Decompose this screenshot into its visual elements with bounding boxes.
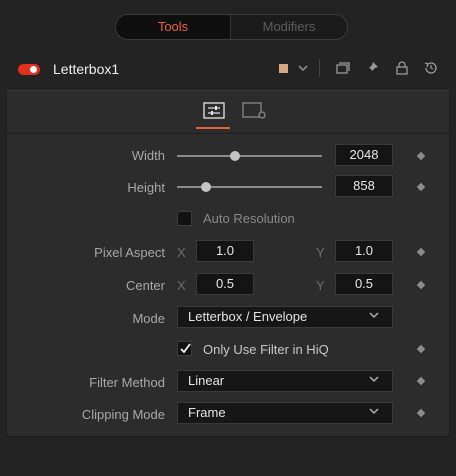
auto-resolution-label: Auto Resolution bbox=[203, 211, 295, 226]
versions-icon[interactable] bbox=[335, 60, 351, 76]
center-x-label: X bbox=[177, 278, 186, 293]
tab-tools[interactable]: Tools bbox=[116, 15, 231, 39]
tools-modifiers-tabbar: Tools Modifiers bbox=[115, 14, 348, 40]
hiq-checkbox[interactable] bbox=[177, 341, 192, 356]
pixel-aspect-x-field[interactable]: 1.0 bbox=[196, 240, 254, 262]
width-slider-track[interactable] bbox=[177, 155, 322, 157]
pixel-aspect-x-label: X bbox=[177, 245, 186, 260]
pixel-aspect-y-field[interactable]: 1.0 bbox=[335, 240, 393, 262]
mode-dropdown[interactable]: Letterbox / Envelope bbox=[177, 306, 393, 328]
active-subtab-indicator bbox=[196, 127, 230, 129]
reset-icon[interactable] bbox=[423, 60, 439, 76]
header-divider bbox=[319, 59, 320, 77]
mode-label: Mode bbox=[132, 311, 165, 326]
center-y-label: Y bbox=[316, 278, 325, 293]
settings-tab-icon[interactable] bbox=[242, 102, 268, 120]
filter-method-dropdown[interactable]: Linear bbox=[177, 370, 393, 392]
center-x-field[interactable]: 0.5 bbox=[196, 273, 254, 295]
height-slider-track[interactable] bbox=[177, 186, 322, 188]
auto-resolution-checkbox[interactable] bbox=[177, 211, 192, 226]
mode-value: Letterbox / Envelope bbox=[188, 309, 308, 324]
hiq-label: Only Use Filter in HiQ bbox=[203, 342, 329, 357]
tool-color-swatch[interactable] bbox=[279, 64, 288, 73]
chevron-down-icon bbox=[369, 312, 379, 318]
tool-enable-toggle[interactable] bbox=[18, 64, 40, 75]
pin-icon[interactable] bbox=[364, 60, 380, 76]
pixel-aspect-y-label: Y bbox=[316, 245, 325, 260]
controls-tab-icon[interactable] bbox=[203, 102, 225, 119]
width-slider-handle[interactable] bbox=[230, 151, 240, 161]
clipping-mode-value: Frame bbox=[188, 405, 226, 420]
center-y-field[interactable]: 0.5 bbox=[335, 273, 393, 295]
center-label: Center bbox=[125, 278, 165, 293]
tool-name: Letterbox1 bbox=[53, 61, 120, 77]
lock-icon[interactable] bbox=[394, 60, 410, 76]
tool-header: Letterbox1 bbox=[12, 56, 444, 82]
checkmark-icon bbox=[180, 343, 191, 354]
clipping-mode-dropdown[interactable]: Frame bbox=[177, 402, 393, 424]
height-field[interactable]: 858 bbox=[335, 175, 393, 197]
height-slider-handle[interactable] bbox=[201, 182, 211, 192]
height-label: Height bbox=[127, 180, 165, 195]
filter-method-label: Filter Method bbox=[89, 375, 165, 390]
tab-modifiers[interactable]: Modifiers bbox=[231, 15, 347, 39]
width-field[interactable]: 2048 bbox=[335, 144, 393, 166]
chevron-down-icon[interactable] bbox=[295, 60, 311, 76]
pixel-aspect-label: Pixel Aspect bbox=[94, 245, 165, 260]
chevron-down-icon bbox=[369, 376, 379, 382]
chevron-down-icon bbox=[369, 408, 379, 414]
filter-method-value: Linear bbox=[188, 373, 225, 388]
clipping-mode-label: Clipping Mode bbox=[81, 407, 165, 422]
width-label: Width bbox=[131, 148, 165, 163]
